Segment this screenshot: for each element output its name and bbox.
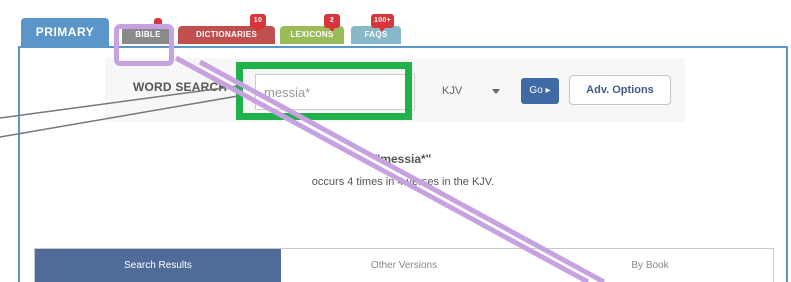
result-term: "messia*"	[374, 152, 432, 166]
tab-search-results[interactable]: Search Results	[35, 249, 281, 282]
version-select[interactable]: KJV	[430, 76, 510, 106]
search-input-highlight	[236, 62, 412, 120]
tab-other-versions[interactable]: Other Versions	[281, 249, 527, 282]
tab-dictionaries[interactable]: DICTIONARIES 10	[178, 14, 275, 44]
tab-faqs[interactable]: FAQS 100+	[351, 14, 401, 44]
result-summary: occurs 4 times in 4 verses in the KJV.	[311, 176, 495, 188]
bible-tab-highlight	[114, 24, 174, 66]
tab-label: LEXICONS	[290, 30, 334, 39]
go-button[interactable]: Go ▸	[521, 78, 559, 104]
tab-label: DICTIONARIES	[196, 30, 257, 39]
word-search-label: WORD SEARCH	[133, 80, 228, 94]
advanced-options-button[interactable]: Adv. Options	[569, 75, 671, 105]
count-badge: 100+	[371, 14, 394, 32]
tab-label: PRIMARY	[35, 25, 95, 39]
tab-by-book[interactable]: By Book	[527, 249, 773, 282]
result-tabs: Search Results Other Versions By Book	[34, 248, 774, 282]
count-badge: 10	[250, 14, 266, 32]
caret-down-icon	[492, 89, 500, 94]
tab-lexicons[interactable]: LEXICONS 2	[280, 14, 344, 44]
count-badge: 2	[324, 14, 340, 32]
version-value: KJV	[442, 85, 463, 97]
tab-primary[interactable]: PRIMARY	[21, 18, 109, 46]
